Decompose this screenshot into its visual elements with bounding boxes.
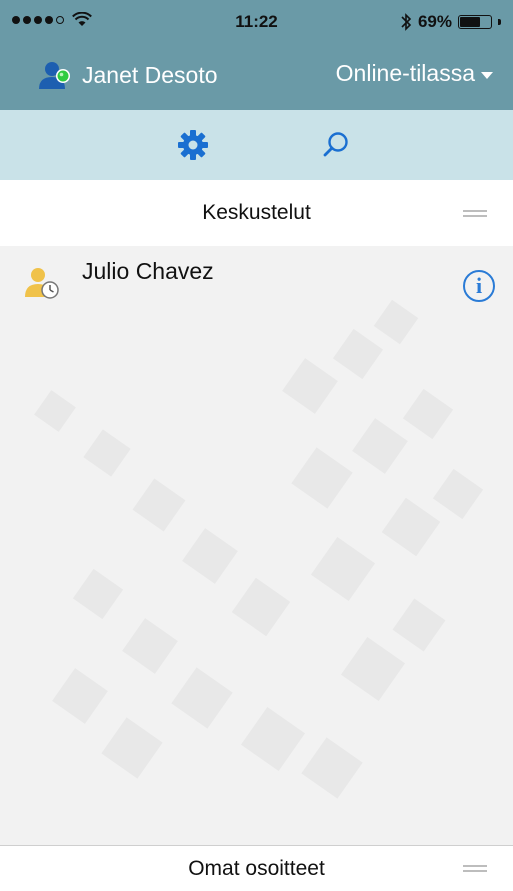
user-online-icon: [39, 62, 70, 89]
bluetooth-icon: [401, 13, 412, 31]
contacts-title: Omat osoitteet: [188, 856, 325, 880]
search-button[interactable]: [318, 127, 354, 163]
drag-handle-icon[interactable]: [463, 209, 487, 218]
status-bar: 11:22 69%: [0, 0, 513, 44]
battery-area: 69%: [400, 12, 501, 32]
background-pattern: [34, 299, 484, 799]
conversations-section-header[interactable]: Keskustelut: [0, 180, 513, 246]
toolbar: [0, 110, 513, 180]
presence-selector[interactable]: Online-tilassa: [336, 60, 493, 87]
chevron-down-icon: [481, 71, 493, 79]
conversations-list: Julio Chavez i: [0, 246, 513, 845]
battery-icon: [458, 15, 492, 29]
list-item[interactable]: Julio Chavez i: [0, 246, 513, 316]
current-user[interactable]: Janet Desoto: [38, 60, 218, 90]
drag-handle-icon[interactable]: [463, 864, 487, 873]
user-away-clock-icon: [25, 268, 59, 299]
contacts-section-header[interactable]: Omat osoitteet: [0, 845, 513, 891]
settings-button[interactable]: [175, 127, 211, 163]
contact-name: Julio Chavez: [82, 258, 214, 284]
battery-percent: 69%: [417, 12, 452, 31]
search-icon: [323, 132, 348, 157]
battery-tip: [498, 19, 501, 25]
conversations-title: Keskustelut: [202, 201, 311, 224]
app-header: Janet Desoto Online-tilassa: [0, 44, 513, 110]
presence-status: Online-tilassa: [335, 60, 475, 86]
user-name: Janet Desoto: [82, 61, 218, 88]
gear-icon: [178, 130, 208, 160]
info-icon[interactable]: i: [463, 270, 495, 302]
